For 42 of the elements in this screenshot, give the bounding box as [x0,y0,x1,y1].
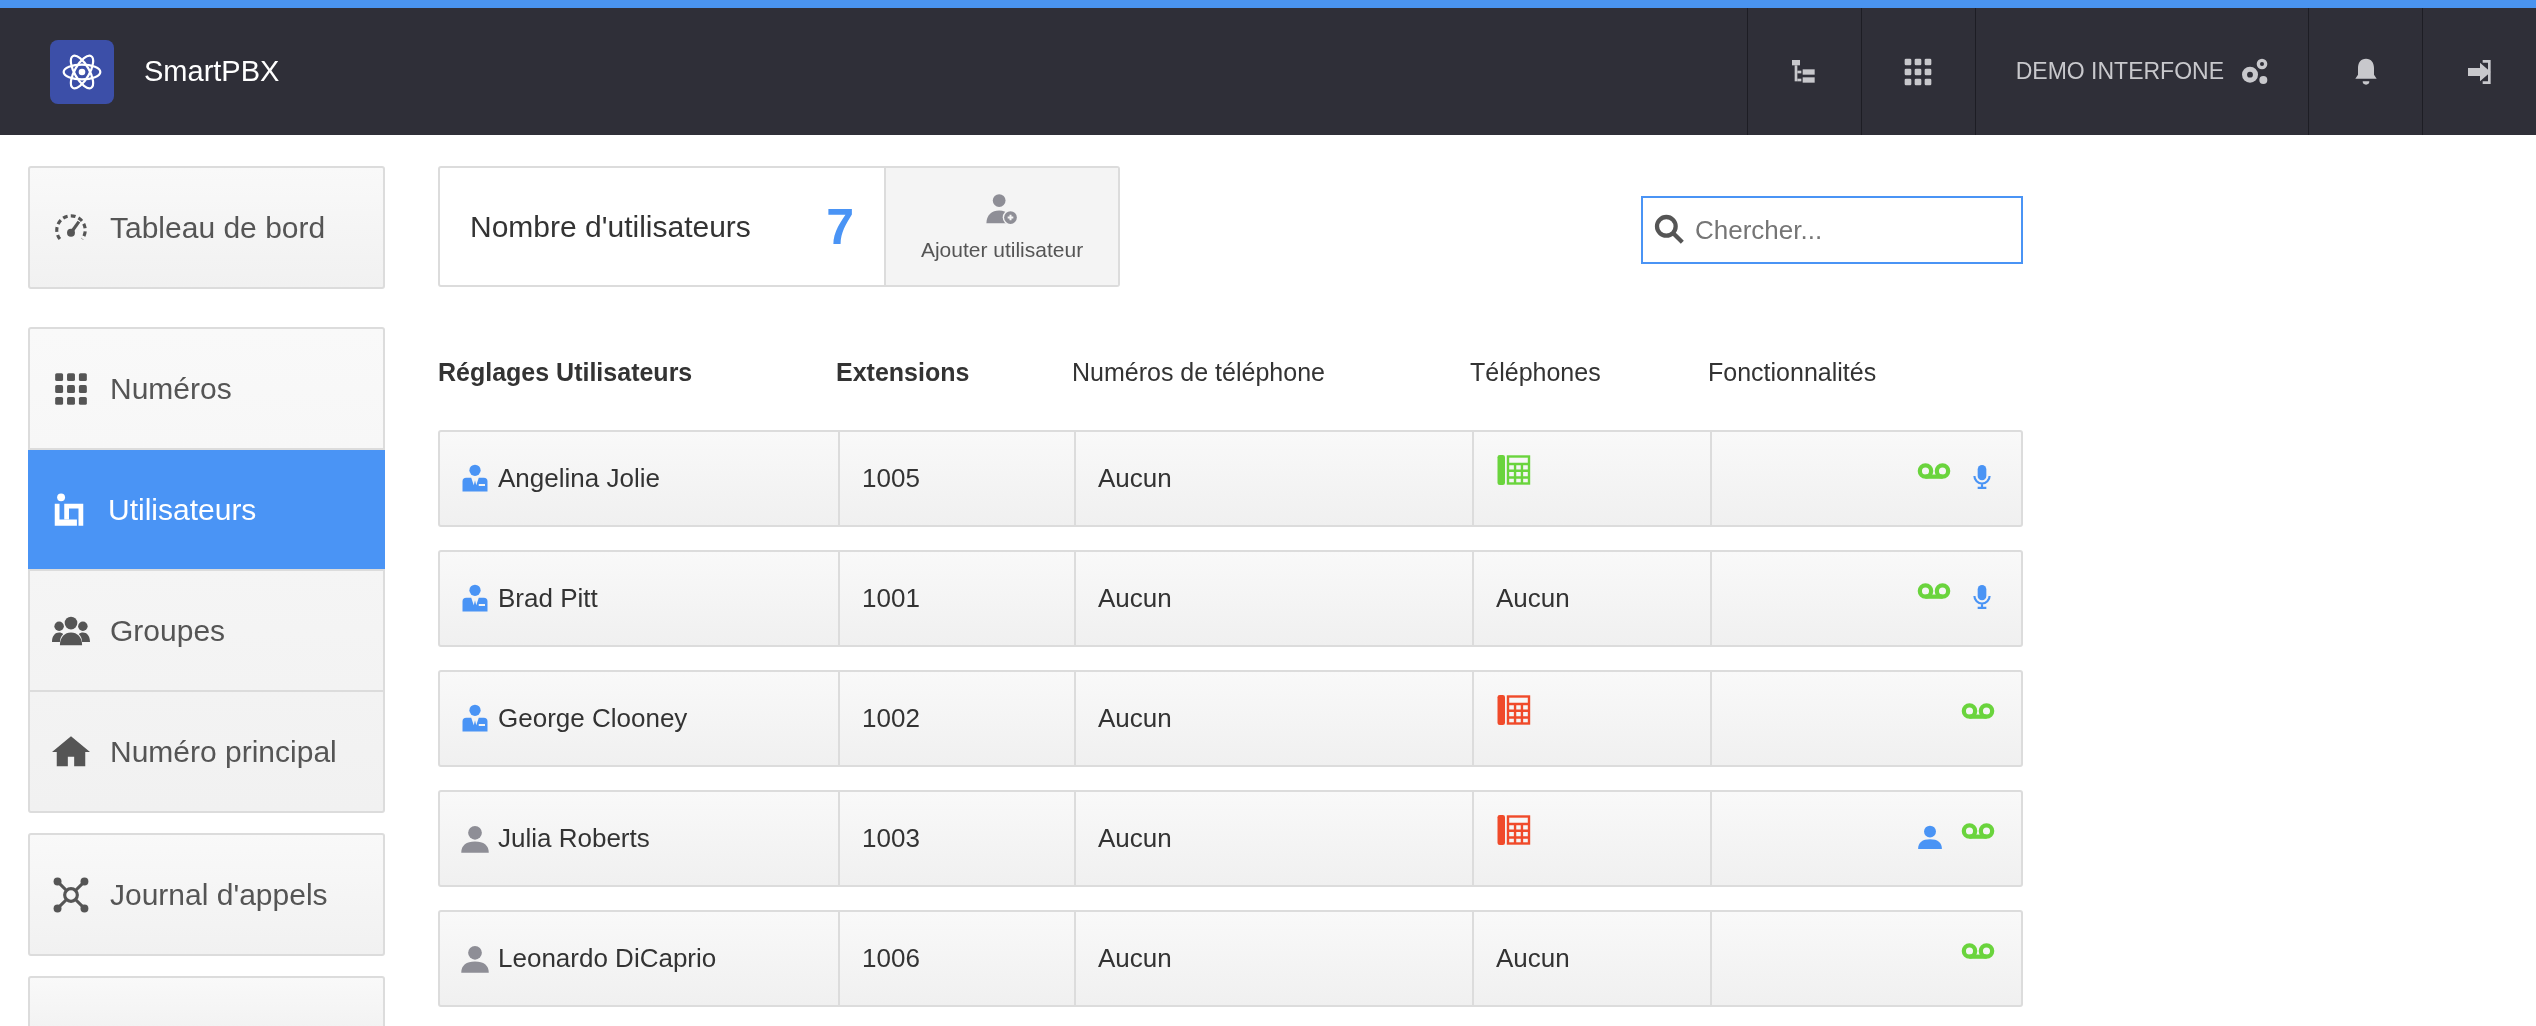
app-logo-icon [50,39,114,104]
user-icon [1917,823,1943,850]
table-cell: Aucun [1074,552,1472,645]
table-cell: Aucun [1074,912,1472,1005]
table-cell: Leonardo DiCaprio [440,912,838,1005]
table-cell: Aucun [1074,792,1472,885]
admin-user-icon [460,703,490,734]
table-cell: Aucun [1074,672,1472,765]
table-cell: Angelina Jolie [440,432,838,525]
table-cell: 1006 [838,912,1074,1005]
table-cell: 1005 [838,432,1074,525]
sidebar-item[interactable]: Groupes [30,569,383,690]
table-cell: Aucun [1472,552,1710,645]
sidebar-item[interactable]: Numéro principal [30,690,383,811]
table-cell: Aucun [1074,432,1472,525]
table-cell: George Clooney [440,672,838,765]
add-user-button[interactable]: Ajouter utilisateur [884,168,1118,285]
column-header: Fonctionnalités [1708,357,1878,387]
table-cell: 1003 [838,792,1074,885]
sidebar-item[interactable]: Tableau de bord [30,168,383,287]
column-header: Téléphones [1470,357,1602,387]
sidebar-item[interactable]: Numéros [30,329,383,448]
account-button[interactable]: DEMO INTERFONE [1974,8,2308,135]
admin-user-icon [460,583,490,614]
user-count: 7 [826,197,854,256]
network-icon [52,875,90,914]
table-cell: 1002 [838,672,1074,765]
table-cell: Julia Roberts [440,792,838,885]
admin-user-icon [460,463,490,494]
user-icon [460,823,490,854]
app-name: SmartPBX [144,55,280,88]
user-icon [460,943,490,974]
column-header: Extensions [836,357,971,387]
add-user-icon [985,191,1019,226]
search-field[interactable]: Chercher... [1641,196,2023,264]
sidebar-item[interactable]: Journal d'appels [30,835,383,954]
user-count-label: Nombre d'utilisateurs [470,209,752,244]
table-cell: Aucun [1472,912,1710,1005]
table-cell: 1001 [838,552,1074,645]
column-header: Réglages Utilisateurs [438,357,694,387]
table-cell: Brad Pitt [440,552,838,645]
column-header: Numéros de téléphone [1072,357,1326,387]
